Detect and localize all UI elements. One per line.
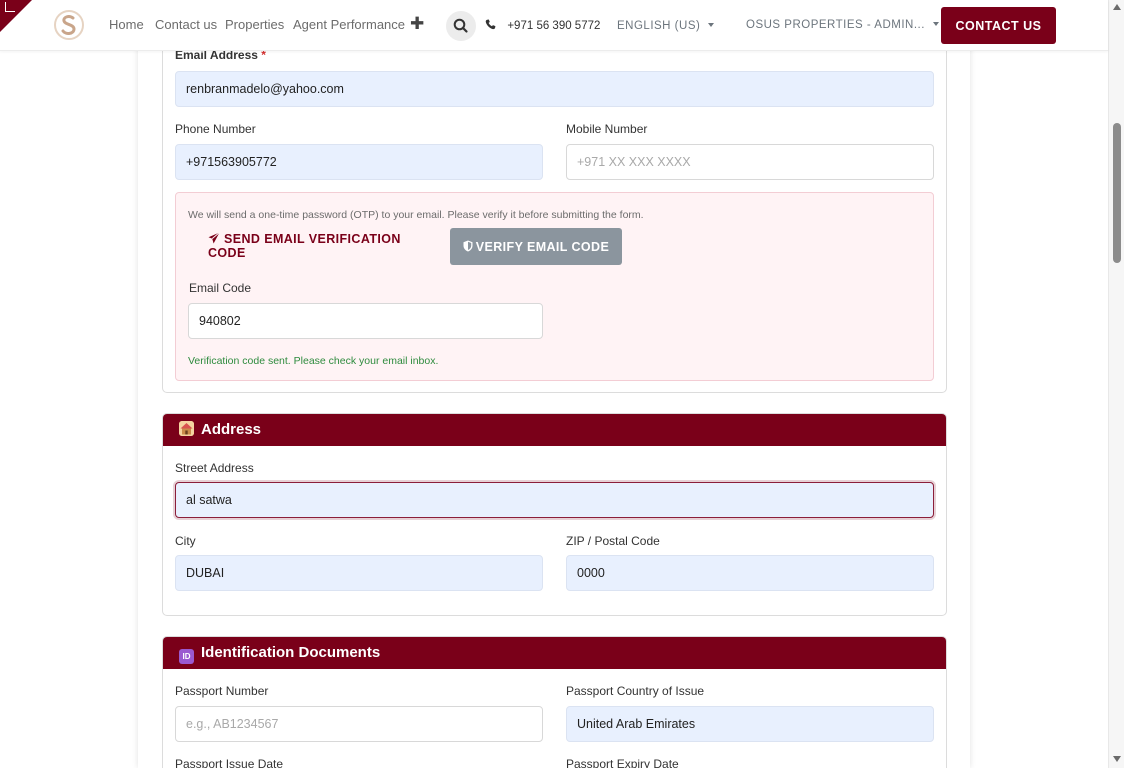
street-address-label: Street Address: [175, 461, 254, 475]
address-card-header: Address: [163, 414, 946, 446]
email-field[interactable]: [175, 71, 934, 107]
identification-card-header: ID Identification Documents: [163, 637, 946, 669]
identification-card: ID Identification Documents: [162, 636, 947, 768]
passport-issue-date-label: Passport Issue Date: [175, 757, 284, 768]
identification-section-title: Identification Documents: [201, 644, 381, 661]
zip-code-label: ZIP / Postal Code: [566, 534, 660, 548]
top-navbar: Home Contact us Properties Agent Perform…: [0, 0, 1108, 51]
language-selector[interactable]: ENGLISH (US): [617, 20, 715, 32]
house-icon: [179, 421, 194, 436]
nav-contact-us[interactable]: Contact us: [155, 17, 217, 32]
scroll-up-arrow-icon[interactable]: [1113, 4, 1121, 10]
verification-success-message: Verification code sent. Please check you…: [188, 355, 439, 367]
zip-code-field[interactable]: [566, 555, 934, 591]
language-label: ENGLISH (US): [617, 20, 701, 32]
phone-contact[interactable]: +971 56 390 5772: [485, 18, 600, 32]
contact-us-button[interactable]: CONTACT US: [941, 7, 1056, 44]
shield-icon: [463, 240, 473, 254]
account-label: OSUS PROPERTIES - ADMIN...: [746, 19, 925, 31]
phone-field[interactable]: [175, 144, 543, 180]
passport-number-label: Passport Number: [175, 684, 269, 698]
mobile-field[interactable]: [566, 144, 934, 180]
otp-note: We will send a one-time password (OTP) t…: [188, 209, 644, 221]
search-icon: [446, 18, 476, 45]
send-email-code-label: SEND EMAIL VERIFICATION CODE: [208, 232, 401, 260]
passport-number-field[interactable]: [175, 706, 543, 742]
scroll-down-arrow-icon[interactable]: [1113, 756, 1121, 762]
nav-home[interactable]: Home: [109, 17, 144, 32]
caret-down-icon: [708, 23, 715, 27]
phone-label: Phone Number: [175, 122, 256, 136]
verify-email-code-label: VERIFY EMAIL CODE: [475, 239, 610, 254]
paper-plane-icon: [208, 232, 220, 246]
page-scrollbar[interactable]: [1108, 0, 1124, 768]
email-code-field[interactable]: [188, 303, 543, 339]
account-menu[interactable]: OSUS PROPERTIES - ADMIN...: [746, 19, 939, 31]
address-section-title: Address: [201, 421, 262, 438]
phone-icon: [485, 18, 499, 32]
mobile-label: Mobile Number: [566, 122, 648, 136]
send-email-code-button[interactable]: SEND EMAIL VERIFICATION CODE: [196, 230, 442, 262]
site-logo[interactable]: [53, 9, 85, 41]
id-badge-icon: ID: [179, 649, 194, 664]
plus-icon[interactable]: ✚: [410, 14, 424, 34]
caret-down-icon: [932, 22, 939, 26]
nav-properties[interactable]: Properties: [225, 17, 284, 32]
passport-expiry-date-label: Passport Expiry Date: [566, 757, 679, 768]
phone-number: +971 56 390 5772: [507, 20, 601, 32]
corner-arrow-icon[interactable]: [5, 2, 15, 12]
city-label: City: [175, 534, 196, 548]
nav-agent-performance[interactable]: Agent Performance: [293, 17, 405, 32]
email-code-label: Email Code: [189, 281, 252, 295]
passport-country-label: Passport Country of Issue: [566, 684, 705, 698]
verify-email-code-button[interactable]: VERIFY EMAIL CODE: [450, 228, 622, 265]
street-address-field[interactable]: [175, 482, 934, 518]
passport-country-field[interactable]: [566, 706, 934, 742]
scrollbar-thumb[interactable]: [1113, 123, 1121, 263]
city-field[interactable]: [175, 555, 543, 591]
search-button[interactable]: [446, 11, 476, 41]
